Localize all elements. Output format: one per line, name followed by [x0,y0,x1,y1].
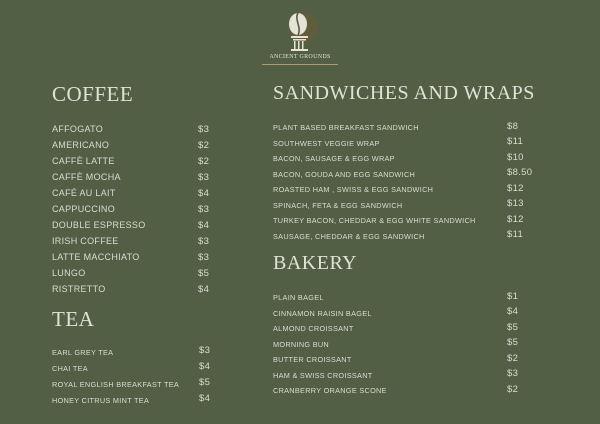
sandwich-item-name: SPINACH, FETA & EGG SANDWICH [273,201,403,210]
coffee-item-name: CAFFÈ LATTE [52,156,115,166]
tea-heading: TEA [52,307,95,331]
coffee-item-price: $4 [198,188,210,199]
sandwich-item-name: TURKEY BACON, CHEDDAR & EGG WHITE SANDWI… [273,216,476,225]
bakery-item-price: $4 [507,306,519,317]
coffee-item-price: $3 [198,172,210,183]
bakery-item-name: CINNAMON RAISIN BAGEL [273,309,372,318]
tea-item-name: EARL GREY TEA [52,348,114,357]
bakery-item-name: MORNING BUN [273,340,329,349]
coffee-item-name: CAPPUCCINO [52,204,116,214]
sandwich-item-name: BACON, GOUDA AND EGG SANDWICH [273,170,416,179]
coffee-heading: COFFEE [52,82,134,106]
tea-item-price: $5 [199,377,211,388]
logo-divider [262,64,338,65]
bakery-item-price: $5 [507,322,519,333]
bakery-item-price: $5 [507,337,519,348]
brand-name: ANCIENT GROUNDS [269,54,331,60]
tea-item-price: $4 [199,393,211,404]
coffee-item-name: LUNGO [52,268,86,278]
bakery-item-name: CRANBERRY ORANGE SCONE [273,386,387,395]
coffee-item-name: AFFOGATO [52,124,104,134]
coffee-item-price: $2 [198,156,210,167]
bakery-item-name: HAM & SWISS CROISSANT [273,371,373,380]
tea-item-name: ROYAL ENGLISH BREAKFAST TEA [52,380,180,389]
coffee-item-price: $5 [198,268,210,279]
bakery-heading: BAKERY [273,252,358,274]
sandwich-item-price: $13 [507,198,524,209]
coffee-item-name: CAFÉ AU LAIT [52,188,116,198]
coffee-item-name: DOUBLE ESPRESSO [52,220,146,230]
tea-item-name: HONEY CITRUS MINT TEA [52,396,150,405]
coffee-item-price: $3 [198,252,210,263]
coffee-item-name: CAFFÈ MOCHA [52,172,121,182]
bakery-item-price: $1 [507,291,519,302]
coffee-item-price: $2 [198,140,210,151]
bakery-item-name: ALMOND CROISSANT [273,324,354,333]
coffee-item-price: $4 [198,284,210,295]
sandwich-item-price: $10 [507,152,524,163]
coffee-item-name: LATTE MACCHIATO [52,252,140,262]
sandwiches-heading: SANDWICHES AND WRAPS [273,82,535,104]
sandwich-item-name: PLANT BASED BREAKFAST SANDWICH [273,123,419,132]
sandwich-item-price: $11 [507,229,524,240]
sandwich-item-name: BACON, SAUSAGE & EGG WRAP [273,154,395,163]
tea-item-name: CHAI TEA [52,364,88,373]
sandwich-item-name: SAUSAGE, CHEDDAR & EGG SANDWICH [273,232,425,241]
sandwich-item-price: $12 [507,214,524,225]
tea-item-price: $3 [199,345,211,356]
coffee-item-price: $3 [198,124,210,135]
coffee-item-name: AMERICANO [52,140,110,150]
sandwich-item-name: ROASTED HAM , SWISS & EGG SANDWICH [273,185,434,194]
sandwich-item-price: $12 [507,183,524,194]
bakery-item-price: $2 [507,353,519,364]
bakery-item-name: BUTTER CROISSANT [273,355,352,364]
bakery-item-name: PLAIN BAGEL [273,293,324,302]
sandwich-item-price: $11 [507,136,524,147]
sandwich-item-price: $8 [507,121,519,132]
bakery-item-price: $2 [507,384,519,395]
coffee-item-price: $4 [198,220,210,231]
coffee-bean-column-icon [264,6,336,70]
coffee-item-price: $3 [198,204,210,215]
tea-item-price: $4 [199,361,211,372]
coffee-item-name: RISTRETTO [52,284,106,294]
sandwich-item-price: $8.50 [507,167,533,178]
coffee-item-name: IRISH COFFEE [52,236,119,246]
sandwich-item-name: SOUTHWEST VEGGIE WRAP [273,139,380,148]
coffee-item-price: $3 [198,236,210,247]
bakery-item-price: $3 [507,368,519,379]
